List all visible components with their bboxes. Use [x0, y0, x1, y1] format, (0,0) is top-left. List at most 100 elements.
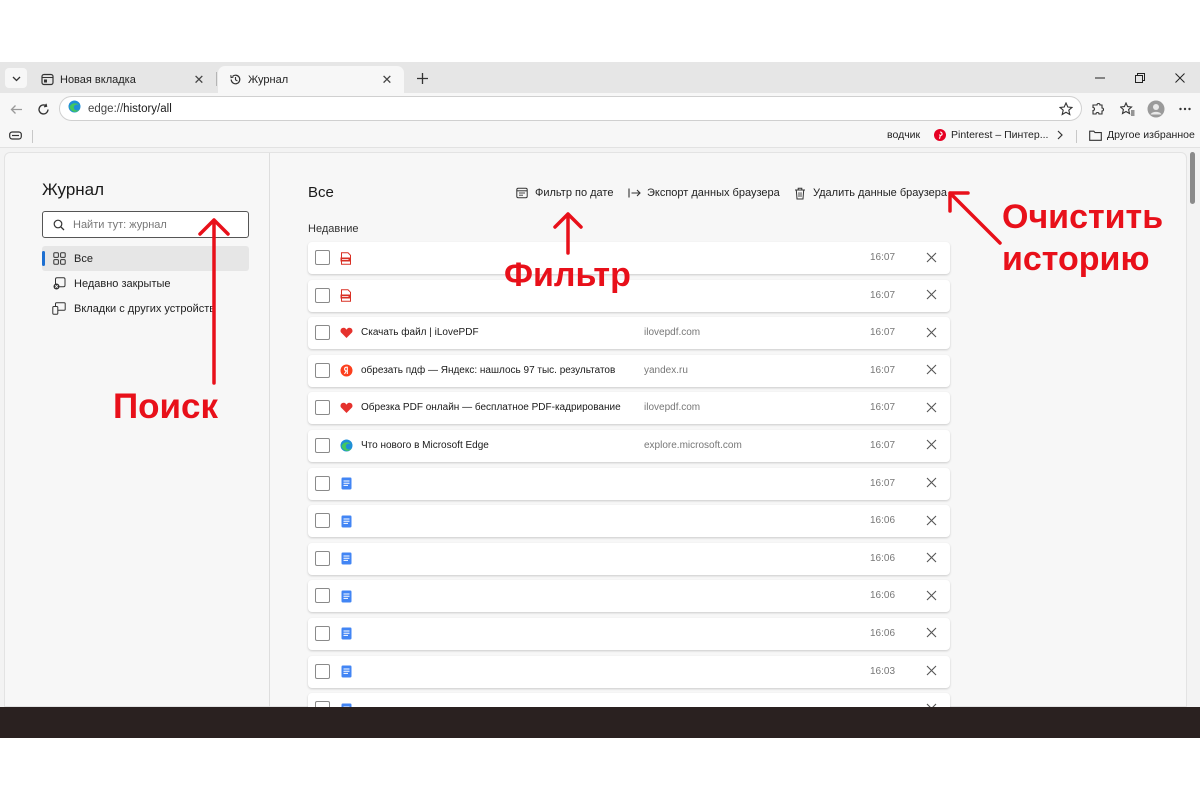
row-checkbox[interactable]: [315, 287, 330, 303]
row-time: 16:06: [870, 627, 896, 639]
row-title[interactable]: Обрезка PDF онлайн — бесплатное PDF-кадр…: [361, 402, 621, 413]
row-delete-button[interactable]: [924, 626, 938, 640]
history-row[interactable]: [308, 693, 950, 707]
recent-section-label: Недавние: [308, 223, 359, 235]
google-docs-icon: [339, 477, 353, 491]
filter-by-date-button[interactable]: Фильтр по дате: [515, 186, 613, 200]
close-icon: [926, 364, 936, 375]
google-docs-icon: [339, 589, 353, 603]
row-delete-button[interactable]: [924, 476, 938, 490]
tab-new-tab[interactable]: Новая вкладка ✕: [30, 66, 216, 93]
new-tab-button[interactable]: [411, 67, 433, 89]
row-checkbox[interactable]: [315, 250, 330, 265]
delete-browsing-data-button[interactable]: Удалить данные браузера: [793, 186, 947, 200]
browser-window: Новая вкладка ✕ Журнал ✕ edge://history/…: [0, 62, 1200, 707]
sidebar-item-all[interactable]: Все: [42, 246, 249, 271]
close-icon: [926, 252, 936, 262]
row-checkbox[interactable]: [315, 362, 330, 378]
maximize-button[interactable]: [1120, 62, 1160, 93]
sidebar-item-recently-closed[interactable]: Недавно закрытые: [42, 271, 249, 296]
chevron-down-icon: [12, 76, 20, 81]
edge-icon: [339, 439, 353, 453]
row-delete-button[interactable]: [924, 551, 938, 565]
row-time: 16:06: [870, 590, 896, 602]
favorite-pinterest[interactable]: Pinterest – Пинтер...: [934, 129, 1048, 141]
favorite-item[interactable]: водчик: [887, 129, 920, 141]
annotation-clear-label-line2: историю: [1002, 240, 1150, 278]
ilovepdf-icon: [339, 326, 353, 340]
back-button[interactable]: [5, 98, 27, 120]
row-delete-button[interactable]: [924, 250, 938, 264]
history-row[interactable]: 16:03: [308, 655, 950, 688]
history-row[interactable]: 16:06: [308, 580, 950, 613]
extensions-icon: [1092, 103, 1104, 115]
close-icon: [926, 552, 936, 563]
history-row[interactable]: обрезать пдф — Яндекс: нашлось 97 тыс. р…: [308, 354, 950, 387]
row-delete-button[interactable]: [924, 400, 938, 414]
row-delete-button[interactable]: [924, 438, 938, 452]
history-row[interactable]: 16:07: [308, 467, 950, 500]
star-add-icon: [1059, 102, 1073, 116]
tab-actions-menu-button[interactable]: [5, 68, 27, 88]
page-scrollbar[interactable]: [1188, 152, 1196, 707]
favorite-label: Другое избранное: [1107, 129, 1195, 141]
row-time: 16:07: [870, 364, 896, 376]
close-icon: [926, 628, 936, 638]
vr-headset-icon[interactable]: [9, 130, 22, 141]
annotation-search-label: Поиск: [113, 387, 219, 426]
favorites-button[interactable]: [1115, 97, 1139, 121]
history-row[interactable]: 16:06: [308, 617, 950, 650]
row-delete-button[interactable]: [924, 513, 938, 527]
row-checkbox[interactable]: [315, 400, 330, 416]
tab-history[interactable]: Журнал ✕: [218, 66, 404, 93]
row-title[interactable]: Что нового в Microsoft Edge: [361, 440, 489, 451]
row-checkbox[interactable]: [315, 437, 330, 453]
folder-icon: [1089, 130, 1102, 141]
row-checkbox[interactable]: [315, 325, 330, 341]
address-bar[interactable]: edge://history/all: [59, 96, 1082, 121]
close-icon[interactable]: ✕: [380, 72, 394, 87]
row-delete-button[interactable]: [924, 288, 938, 302]
profile-button[interactable]: [1144, 97, 1168, 121]
screenshot-stage: Новая вкладка ✕ Журнал ✕ edge://history/…: [0, 0, 1200, 800]
row-delete-button[interactable]: [924, 363, 938, 377]
row-title[interactable]: обрезать пдф — Яндекс: нашлось 97 тыс. р…: [361, 365, 615, 376]
row-checkbox[interactable]: [315, 625, 330, 641]
scrollbar-thumb[interactable]: [1190, 152, 1195, 204]
row-checkbox[interactable]: [315, 475, 330, 491]
close-icon[interactable]: ✕: [192, 72, 206, 87]
history-row[interactable]: 16:06: [308, 542, 950, 575]
export-icon: [627, 186, 641, 200]
row-delete-button[interactable]: [924, 325, 938, 339]
os-taskbar: [0, 707, 1200, 738]
new-tab-page-icon: [40, 73, 54, 87]
sidebar-item-other-devices[interactable]: Вкладки с других устройств: [42, 296, 249, 321]
ilovepdf-icon: [339, 401, 353, 415]
history-row[interactable]: Скачать файл | iLovePDF ilovepdf.com 16:07: [308, 317, 950, 350]
row-checkbox[interactable]: [315, 588, 330, 604]
history-row[interactable]: 16:06: [308, 505, 950, 538]
more-favorites-button[interactable]: [1055, 129, 1065, 141]
minimize-button[interactable]: [1080, 62, 1120, 93]
settings-more-button[interactable]: [1173, 97, 1197, 121]
history-row[interactable]: Что нового в Microsoft Edge explore.micro…: [308, 429, 950, 462]
refresh-button[interactable]: [32, 98, 54, 120]
sidebar-item-label: Недавно закрытые: [74, 277, 171, 290]
export-data-button[interactable]: Экспорт данных браузера: [627, 186, 780, 200]
row-checkbox[interactable]: [315, 663, 330, 679]
row-checkbox[interactable]: [315, 550, 330, 566]
history-row[interactable]: Обрезка PDF онлайн — бесплатное PDF-кадр…: [308, 392, 950, 425]
row-title[interactable]: Скачать файл | iLovePDF: [361, 327, 479, 338]
avatar-icon: [1147, 100, 1165, 118]
history-search-box[interactable]: [42, 211, 249, 238]
extensions-button[interactable]: [1086, 97, 1110, 121]
recently-closed-icon: [52, 277, 66, 291]
add-to-favorites-button[interactable]: [1058, 101, 1074, 117]
other-favorites-folder[interactable]: Другое избранное: [1089, 129, 1195, 141]
row-delete-button[interactable]: [924, 588, 938, 602]
search-input[interactable]: [73, 218, 233, 231]
close-window-button[interactable]: [1160, 62, 1200, 93]
row-delete-button[interactable]: [924, 664, 938, 678]
close-icon: [926, 665, 936, 676]
row-checkbox[interactable]: [315, 513, 330, 529]
